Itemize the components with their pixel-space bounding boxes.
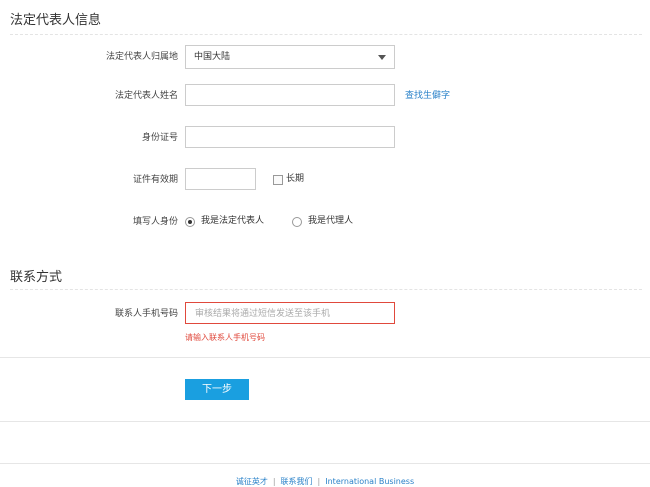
- chevron-down-icon: [378, 55, 386, 60]
- region-row: 法定代表人归属地 中国大陆: [0, 45, 650, 69]
- footer: 诚征英才 | 联系我们 | International Business: [0, 476, 650, 487]
- name-label: 法定代表人姓名: [114, 91, 178, 101]
- footer-separator: |: [317, 477, 321, 486]
- id-number-input[interactable]: [185, 126, 395, 148]
- contact-section-title: 联系方式: [10, 270, 63, 285]
- validity-date-input[interactable]: [185, 168, 256, 190]
- name-input[interactable]: [185, 84, 395, 106]
- radio-agent[interactable]: [292, 217, 302, 227]
- id-row: 身份证号: [0, 126, 650, 150]
- footer-link-contact[interactable]: 联系我们: [281, 477, 313, 486]
- legal-section-title: 法定代表人信息: [10, 13, 102, 28]
- divider: [10, 34, 642, 35]
- filler-label: 填写人身份: [132, 217, 178, 227]
- region-select-value: 中国大陆: [194, 52, 231, 62]
- divider: [0, 357, 650, 358]
- region-label: 法定代表人归属地: [105, 52, 178, 62]
- phone-input[interactable]: 审核结果将通过短信发送至该手机: [185, 302, 395, 324]
- phone-label: 联系人手机号码: [114, 309, 178, 319]
- divider: [10, 289, 642, 290]
- next-button[interactable]: 下一步: [185, 379, 249, 400]
- id-label: 身份证号: [141, 133, 178, 143]
- name-row: 法定代表人姓名 查找生僻字: [0, 84, 650, 108]
- validity-label: 证件有效期: [132, 175, 178, 185]
- radio-self-label: 我是法定代表人: [201, 216, 265, 226]
- radio-self[interactable]: [185, 217, 195, 227]
- divider: [0, 463, 650, 464]
- find-rare-char-link[interactable]: 查找生僻字: [405, 84, 450, 108]
- region-select[interactable]: 中国大陆: [185, 45, 395, 69]
- phone-error-message: 请输入联系人手机号码: [185, 333, 265, 342]
- filler-row: 填写人身份 我是法定代表人 我是代理人: [0, 210, 650, 234]
- longterm-checkbox[interactable]: [273, 175, 283, 185]
- phone-row: 联系人手机号码 审核结果将通过短信发送至该手机: [0, 302, 650, 326]
- footer-link-international[interactable]: International Business: [325, 477, 414, 486]
- divider: [0, 421, 650, 422]
- phone-placeholder: 审核结果将通过短信发送至该手机: [195, 309, 331, 319]
- validity-row: 证件有效期 长期: [0, 168, 650, 192]
- footer-link-careers[interactable]: 诚征英才: [236, 477, 268, 486]
- radio-agent-label: 我是代理人: [308, 216, 354, 226]
- footer-separator: |: [272, 477, 276, 486]
- longterm-label: 长期: [286, 174, 305, 184]
